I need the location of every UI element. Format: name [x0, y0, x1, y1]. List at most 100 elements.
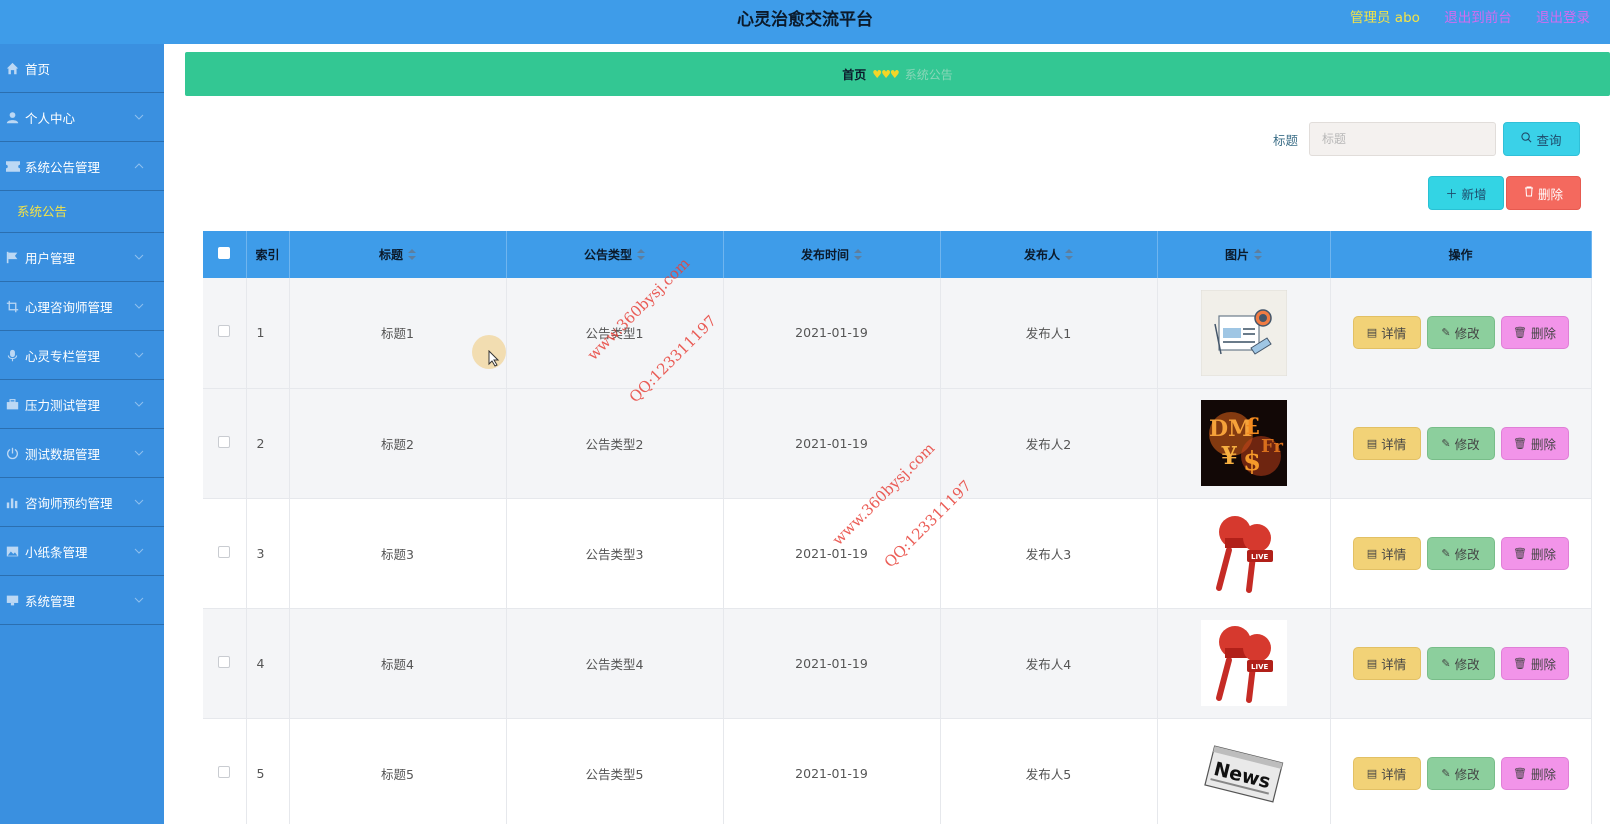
- chevron-down-icon: [134, 546, 144, 556]
- add-button-label: 新增: [1461, 186, 1487, 202]
- select-all-checkbox[interactable]: [218, 247, 231, 259]
- edit-button[interactable]: ✎ 修改: [1426, 646, 1495, 680]
- row-time: 2021-01-19: [723, 498, 941, 609]
- sidebar-item-label: 首页: [25, 61, 51, 77]
- newspaper-image[interactable]: News: [1200, 730, 1287, 816]
- row-actions-cell: ▤ 详情 ✎ 修改 🗑 删除: [1330, 388, 1592, 499]
- top-header: 心灵治愈交流平台 管理员 abo 退出到前台 退出登录: [0, 0, 1610, 44]
- briefcase-icon: [5, 397, 20, 412]
- row-publisher: 发布人3: [940, 498, 1158, 609]
- trash-icon: 🗑: [1513, 326, 1527, 340]
- delete-button-label: 删除: [1530, 766, 1556, 782]
- row-image-cell: [1157, 278, 1331, 389]
- live-microphones-image[interactable]: LIVE: [1200, 620, 1287, 706]
- delete-button[interactable]: 🗑 删除: [1500, 536, 1569, 570]
- document-icon: ▤: [1366, 436, 1378, 450]
- row-time: 2021-01-19: [723, 388, 941, 499]
- edit-button[interactable]: ✎ 修改: [1426, 536, 1495, 570]
- sort-icon[interactable]: [1065, 248, 1073, 263]
- logout-link[interactable]: 退出登录: [1536, 0, 1590, 36]
- mic-icon: [5, 348, 20, 363]
- sidebar-item-counselor-management[interactable]: 心理咨询师管理: [0, 282, 164, 331]
- document-icon: ▤: [1366, 766, 1378, 780]
- row-checkbox[interactable]: [218, 765, 231, 778]
- sidebar-item-label: 用户管理: [25, 250, 76, 266]
- detail-button-label: 详情: [1381, 326, 1407, 342]
- title-search-input[interactable]: [1309, 122, 1496, 156]
- detail-button[interactable]: ▤ 详情: [1352, 536, 1421, 570]
- row-checkbox[interactable]: [218, 545, 231, 558]
- batch-delete-button[interactable]: 删除: [1506, 176, 1581, 210]
- edit-button[interactable]: ✎ 修改: [1426, 316, 1495, 350]
- table-header-row: 索引 标题 公告类型 发布时间 发布人 图片 操作: [203, 231, 1592, 278]
- sidebar-item-label: 个人中心: [25, 110, 76, 126]
- row-type: 公告类型1: [506, 278, 724, 389]
- breadcrumb-home[interactable]: 首页: [842, 66, 866, 83]
- delete-button[interactable]: 🗑 删除: [1500, 316, 1569, 350]
- sidebar-item-home[interactable]: 首页: [0, 44, 164, 93]
- document-icon: ▤: [1366, 656, 1378, 670]
- row-actions-cell: ▤ 详情 ✎ 修改 🗑 删除: [1330, 718, 1592, 824]
- row-checkbox[interactable]: [218, 435, 231, 448]
- sidebar-item-appointment-management[interactable]: 咨询师预约管理: [0, 478, 164, 527]
- delete-button-label: 删除: [1530, 656, 1556, 672]
- pencil-icon: ✎: [1441, 326, 1451, 340]
- trash-icon: 🗑: [1513, 766, 1527, 780]
- add-button[interactable]: ＋ 新增: [1428, 176, 1504, 210]
- column-header-publisher[interactable]: 发布人: [940, 231, 1158, 278]
- edit-button[interactable]: ✎ 修改: [1426, 426, 1495, 460]
- pencil-icon: ✎: [1441, 656, 1451, 670]
- row-type: 公告类型3: [506, 498, 724, 609]
- delete-button[interactable]: 🗑 删除: [1500, 426, 1569, 460]
- column-header-image[interactable]: 图片: [1157, 231, 1331, 278]
- chevron-down-icon: [134, 301, 144, 311]
- detail-button[interactable]: ▤ 详情: [1352, 646, 1421, 680]
- live-microphones-image[interactable]: LIVE: [1200, 510, 1287, 596]
- sidebar-item-system-management[interactable]: 系统管理: [0, 576, 164, 625]
- detail-button[interactable]: ▤ 详情: [1352, 316, 1421, 350]
- news-illustration-image[interactable]: [1200, 289, 1287, 376]
- sort-icon[interactable]: [854, 248, 862, 263]
- edit-button-label: 修改: [1454, 436, 1480, 452]
- column-header-time[interactable]: 发布时间: [723, 231, 941, 278]
- trash-icon: 🗑: [1513, 546, 1527, 560]
- flag-icon: [5, 250, 20, 265]
- row-index: 4: [246, 608, 290, 719]
- home-icon: [5, 61, 20, 76]
- chevron-down-icon: [134, 112, 144, 122]
- delete-button[interactable]: 🗑 删除: [1500, 646, 1569, 680]
- money-symbols-image[interactable]: DM £ ¥ $ Fr: [1200, 400, 1287, 486]
- sidebar-item-test-data-management[interactable]: 测试数据管理: [0, 429, 164, 478]
- sidebar-item-column-management[interactable]: 心灵专栏管理: [0, 331, 164, 380]
- sidebar-subitem-notice[interactable]: 系统公告: [0, 191, 164, 233]
- sort-icon[interactable]: [1254, 248, 1262, 263]
- delete-button-label: 删除: [1530, 436, 1556, 452]
- sidebar-item-stress-test-management[interactable]: 压力测试管理: [0, 380, 164, 429]
- row-image-cell: News: [1157, 718, 1331, 824]
- sidebar-item-label: 压力测试管理: [25, 397, 101, 413]
- table-row: 2 标题2 公告类型2 2021-01-19 发布人2 DM £ ¥ $ Fr: [203, 388, 1592, 499]
- sidebar-item-notice-management[interactable]: 系统公告管理: [0, 142, 164, 191]
- column-header-label: 图片: [1224, 248, 1249, 262]
- detail-button[interactable]: ▤ 详情: [1352, 426, 1421, 460]
- back-to-front-link[interactable]: 退出到前台: [1444, 0, 1512, 36]
- column-header-type[interactable]: 公告类型: [506, 231, 724, 278]
- row-checkbox[interactable]: [218, 655, 231, 668]
- svg-text:¥: ¥: [1221, 441, 1238, 470]
- sidebar-item-profile[interactable]: 个人中心: [0, 93, 164, 142]
- row-select-cell: [203, 388, 247, 499]
- row-title: 标题5: [289, 718, 507, 824]
- sort-icon[interactable]: [408, 248, 416, 263]
- sort-icon[interactable]: [637, 248, 645, 263]
- detail-button[interactable]: ▤ 详情: [1352, 756, 1421, 790]
- sidebar-item-note-management[interactable]: 小纸条管理: [0, 527, 164, 576]
- query-button[interactable]: 查询: [1503, 122, 1580, 156]
- column-header-title[interactable]: 标题: [289, 231, 507, 278]
- row-title: 标题3: [289, 498, 507, 609]
- sidebar-item-user-management[interactable]: 用户管理: [0, 233, 164, 282]
- edit-button[interactable]: ✎ 修改: [1426, 756, 1495, 790]
- row-checkbox[interactable]: [218, 325, 231, 338]
- column-header-actions: 操作: [1330, 231, 1592, 278]
- delete-button[interactable]: 🗑 删除: [1500, 756, 1569, 790]
- row-select-cell: [203, 278, 247, 389]
